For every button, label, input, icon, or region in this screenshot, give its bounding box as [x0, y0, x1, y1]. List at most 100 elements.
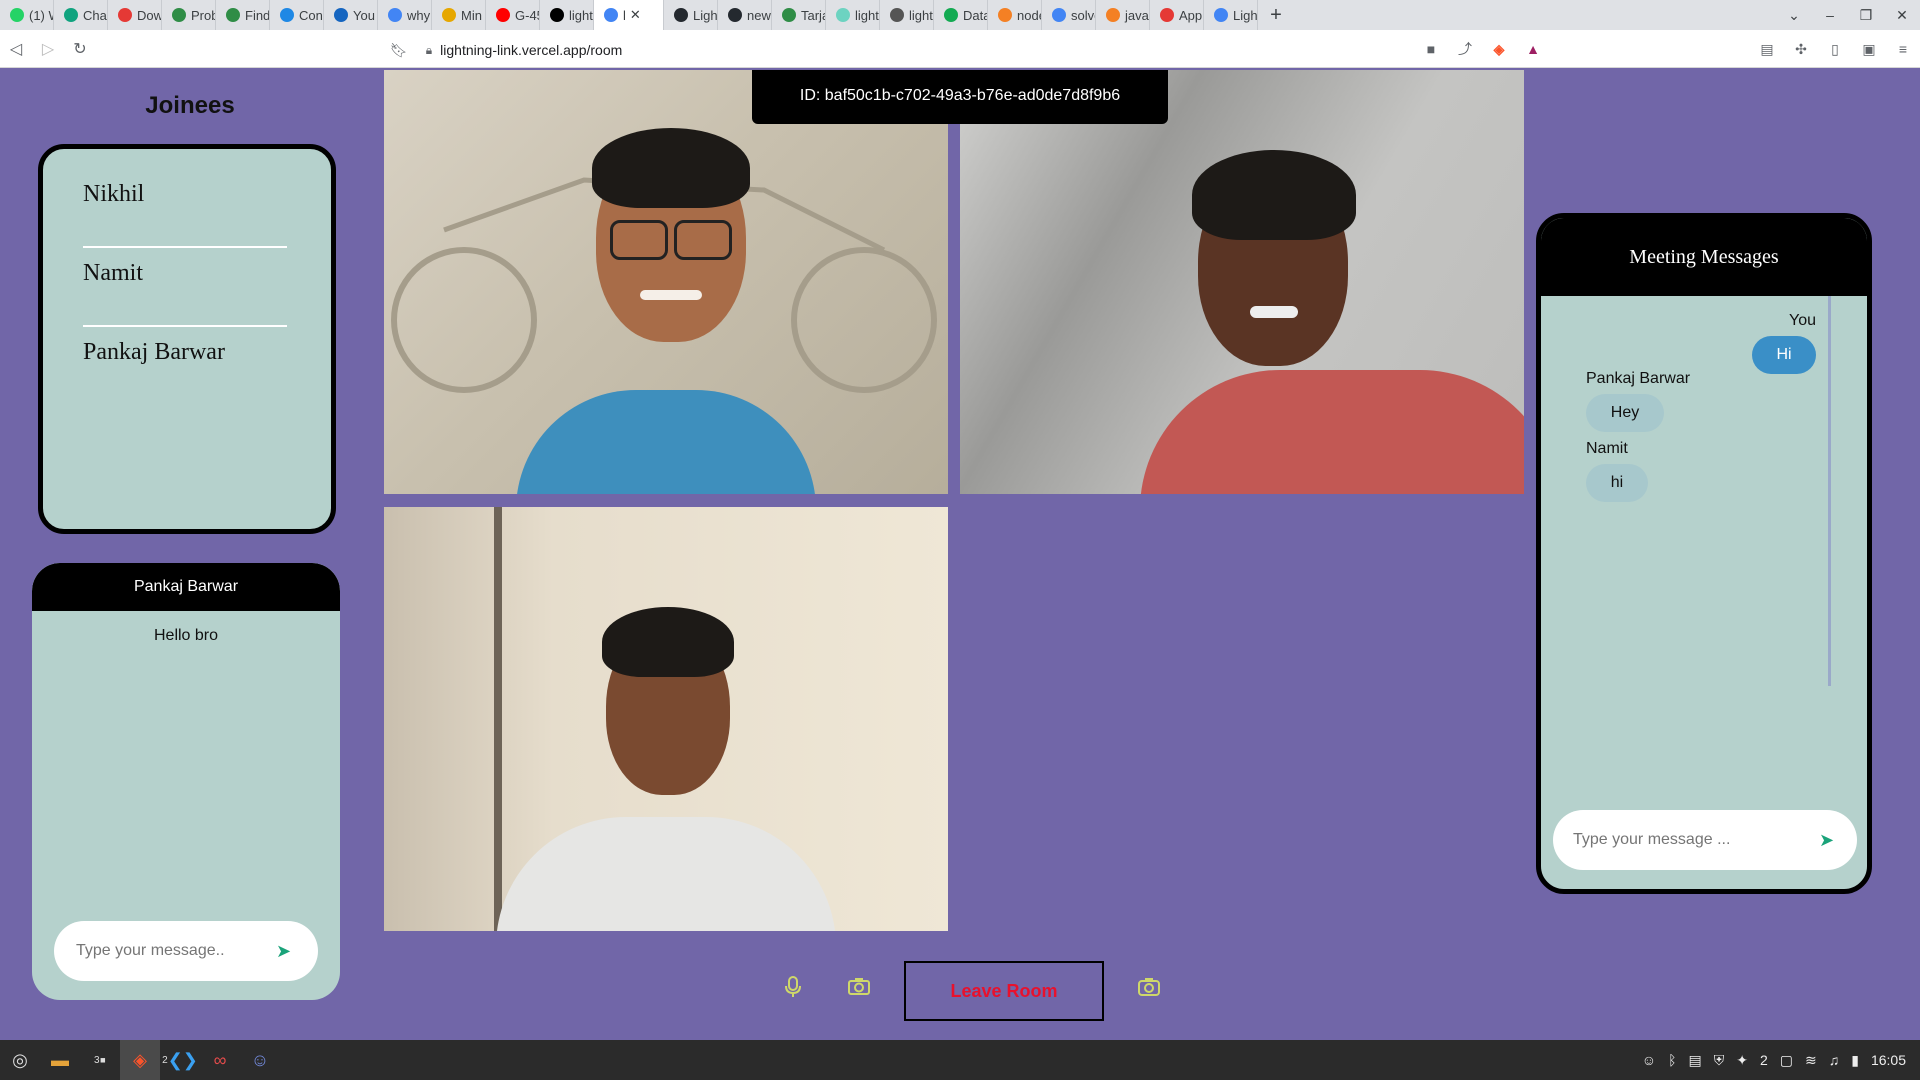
browser-tab[interactable]: Proble [162, 0, 216, 30]
tab-favicon-icon [1052, 8, 1066, 22]
extensions-icon[interactable]: ✣ [1784, 41, 1818, 58]
browser-tab[interactable]: solve [1042, 0, 1096, 30]
message-bubble: Hi [1752, 336, 1816, 374]
url-text[interactable]: lightning-link.vercel.app/room [440, 42, 622, 58]
send-icon[interactable]: ➤ [276, 941, 291, 962]
browser-tab[interactable]: Min C [432, 0, 486, 30]
joinee-item: Pankaj Barwar [83, 339, 225, 365]
browser-tab[interactable]: Lightn [664, 0, 718, 30]
browser-tab-bar: (1) Wh ChatG Down Proble Find t Connect t You … [0, 0, 1920, 30]
terminal-icon[interactable]: 3 ▪ [80, 1040, 120, 1080]
forward-button[interactable]: ▷ [32, 39, 64, 59]
bookmark-icon[interactable]: 🔖︎ [390, 42, 408, 59]
browser-tab[interactable]: Applic [1150, 0, 1204, 30]
tab-favicon-icon [836, 8, 850, 22]
tab-label: G-45. [515, 7, 539, 23]
clock[interactable]: 16:05 [1871, 1052, 1906, 1068]
meeting-message-input[interactable] [1573, 831, 1809, 849]
close-tab-icon[interactable]: ✕ [630, 7, 641, 23]
wifi-icon[interactable]: ≋ [1805, 1052, 1817, 1069]
brave-browser-icon[interactable]: ◈ [120, 1040, 160, 1080]
window-controls: ⌄ – ❐ ✕ [1776, 0, 1920, 30]
tab-favicon-icon [998, 8, 1012, 22]
browser-tab[interactable]: new c [718, 0, 772, 30]
browser-tab[interactable]: Lightn [1204, 0, 1258, 30]
maximize-button[interactable]: ❐ [1848, 7, 1884, 24]
notes-icon[interactable]: ▢ [1780, 1052, 1793, 1069]
browser-tab[interactable]: Connect t [270, 0, 324, 30]
browser-tab[interactable]: ChatG [54, 0, 108, 30]
browser-tab[interactable]: Datab [934, 0, 988, 30]
sidebar-icon[interactable]: ▯ [1818, 41, 1852, 58]
battery-icon[interactable]: ▮ [1851, 1052, 1859, 1069]
back-button[interactable]: ◁ [0, 39, 32, 59]
new-tab-button[interactable]: + [1258, 4, 1294, 27]
tab-favicon-icon [1214, 8, 1228, 22]
update-icon[interactable]: ✦ [1736, 1052, 1748, 1069]
reload-button[interactable]: ↻ [64, 39, 96, 59]
browser-tab[interactable]: l ✕ [594, 0, 664, 30]
microphone-icon[interactable] [784, 976, 802, 1004]
shield-icon[interactable]: ⛨ [1714, 1052, 1725, 1069]
tab-favicon-icon [64, 8, 78, 22]
address-bar-actions: ■ ⤴ ◈ ▲ ▤ ✣ ▯ ▣ ≡ [1414, 30, 1920, 68]
meeting-messages-panel: Meeting Messages You Hi Pankaj Barwar He… [1536, 213, 1872, 894]
camera-icon[interactable] [848, 976, 870, 1002]
music-icon[interactable]: ♫ [1829, 1052, 1840, 1068]
browser-tab[interactable]: Down [108, 0, 162, 30]
files-icon[interactable]: ▬ [40, 1040, 80, 1080]
clipboard-icon[interactable]: ▤ [1689, 1052, 1702, 1069]
browser-tab[interactable]: lightn [826, 0, 880, 30]
tab-favicon-icon [1160, 8, 1174, 22]
vscode-icon[interactable]: 2 ❮❯ [160, 1040, 200, 1080]
brave-rewards-icon[interactable]: ▲ [1516, 41, 1550, 57]
wallet-icon-2[interactable]: ▣ [1852, 41, 1886, 58]
tab-label: node.j [1017, 7, 1041, 23]
browser-tab[interactable]: Find t [216, 0, 270, 30]
lock-icon[interactable]: 🔒︎ [426, 43, 432, 58]
tab-favicon-icon [334, 8, 348, 22]
private-chat-input[interactable] [76, 942, 266, 960]
tab-label: Down [137, 7, 161, 23]
browser-tab[interactable]: lightn [540, 0, 594, 30]
tab-label: You ar [353, 7, 377, 23]
wallet-icon[interactable]: ▤ [1750, 41, 1784, 58]
leave-room-button[interactable]: Leave Room [904, 961, 1104, 1021]
meeting-messages-list: You Hi Pankaj Barwar Hey Namit hi [1541, 296, 1831, 686]
tab-label: lightn [569, 7, 593, 23]
tab-favicon-icon [728, 8, 742, 22]
glasses-app-icon[interactable]: ∞ [200, 1040, 240, 1080]
share-icon[interactable]: ⤴ [1448, 39, 1482, 59]
bluetooth-icon[interactable]: ᛒ [1668, 1052, 1676, 1068]
tab-label: solve [1071, 7, 1095, 23]
discord-tray-icon[interactable]: ☺ [1642, 1052, 1656, 1068]
browser-tab[interactable]: Tarjan [772, 0, 826, 30]
tab-favicon-icon [388, 8, 402, 22]
private-chat-header: Pankaj Barwar [32, 563, 340, 611]
brave-shields-icon[interactable]: ◈ [1482, 41, 1516, 58]
tab-search-icon[interactable]: ⌄ [1776, 7, 1812, 24]
tab-label: Min C [461, 7, 485, 23]
tab-favicon-icon [944, 8, 958, 22]
browser-tab[interactable]: why d [378, 0, 432, 30]
tab-favicon-icon [118, 8, 132, 22]
url-field[interactable]: 🔖︎ 🔒︎ lightning-link.vercel.app/room [390, 37, 1540, 63]
tab-favicon-icon [782, 8, 796, 22]
discord-icon[interactable]: ☺ [240, 1040, 280, 1080]
camera-indicator-icon[interactable]: ■ [1414, 41, 1448, 57]
menu-icon[interactable]: ≡ [1886, 41, 1920, 57]
tab-favicon-icon [674, 8, 688, 22]
browser-tab[interactable]: javasc [1096, 0, 1150, 30]
browser-tab[interactable]: lightn [880, 0, 934, 30]
send-icon[interactable]: ➤ [1819, 830, 1834, 851]
switch-camera-icon[interactable] [1138, 976, 1160, 1004]
minimize-button[interactable]: – [1812, 7, 1848, 23]
browser-tab[interactable]: You ar [324, 0, 378, 30]
browser-tab[interactable]: G-45. [486, 0, 540, 30]
tab-favicon-icon [172, 8, 186, 22]
start-menu-icon[interactable]: ◎ [0, 1040, 40, 1080]
tab-label: Tarjan [801, 7, 825, 23]
browser-tab[interactable]: (1) Wh [0, 0, 54, 30]
browser-tab[interactable]: node.j [988, 0, 1042, 30]
close-window-button[interactable]: ✕ [1884, 7, 1920, 24]
